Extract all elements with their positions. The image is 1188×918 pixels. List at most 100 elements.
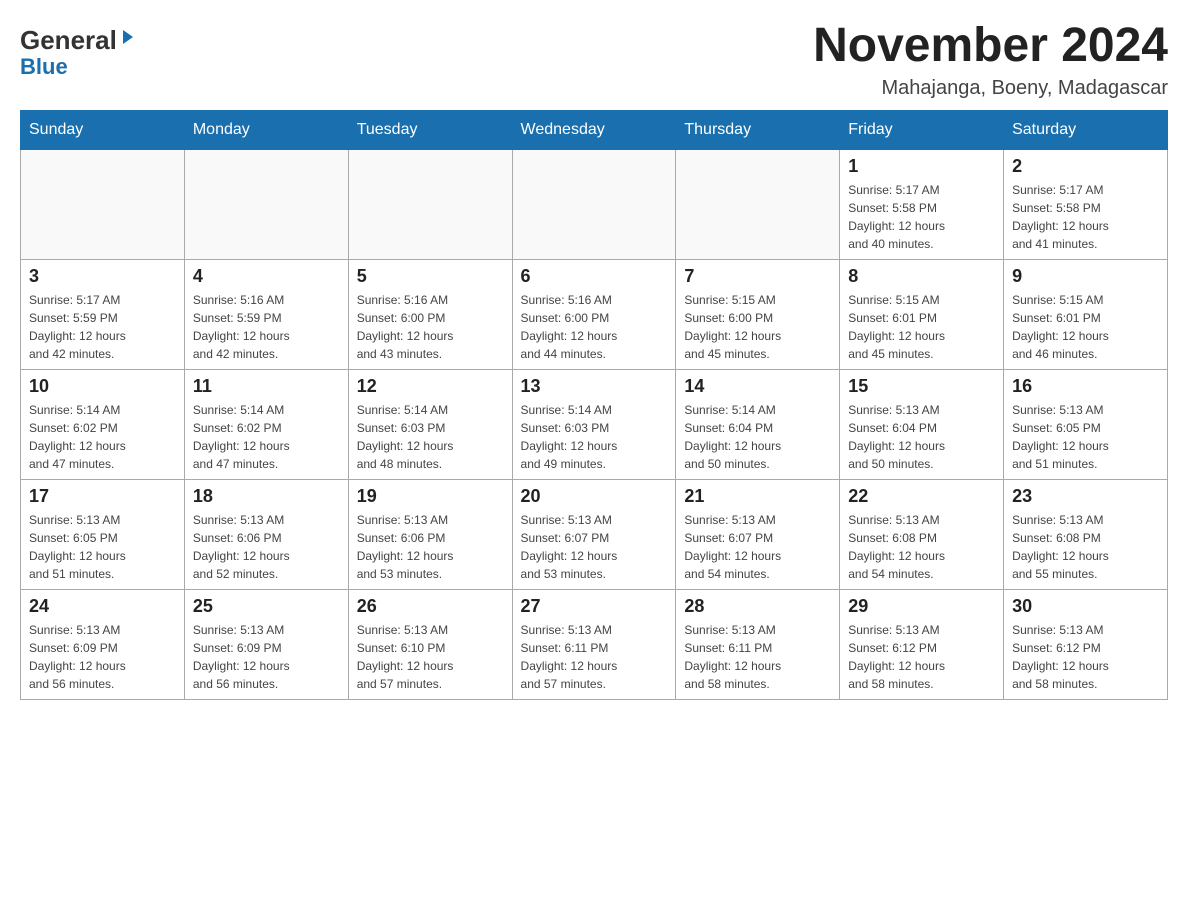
day-number: 3 — [29, 266, 176, 287]
day-number: 18 — [193, 486, 340, 507]
calendar-day-cell: 20 Sunrise: 5:13 AM Sunset: 6:07 PM Dayli… — [512, 479, 676, 589]
calendar-weekday-header: Sunday — [21, 110, 185, 149]
day-info: Sunrise: 5:13 AM Sunset: 6:06 PM Dayligh… — [357, 511, 504, 583]
day-info: Sunrise: 5:16 AM Sunset: 5:59 PM Dayligh… — [193, 291, 340, 363]
day-info: Sunrise: 5:13 AM Sunset: 6:11 PM Dayligh… — [684, 621, 831, 693]
day-number: 25 — [193, 596, 340, 617]
calendar-weekday-header: Saturday — [1004, 110, 1168, 149]
day-info: Sunrise: 5:17 AM Sunset: 5:58 PM Dayligh… — [1012, 181, 1159, 253]
day-number: 26 — [357, 596, 504, 617]
calendar-day-cell: 5 Sunrise: 5:16 AM Sunset: 6:00 PM Daylig… — [348, 259, 512, 369]
day-number: 8 — [848, 266, 995, 287]
day-info: Sunrise: 5:14 AM Sunset: 6:04 PM Dayligh… — [684, 401, 831, 473]
day-number: 14 — [684, 376, 831, 397]
calendar-day-cell: 14 Sunrise: 5:14 AM Sunset: 6:04 PM Dayli… — [676, 369, 840, 479]
day-number: 16 — [1012, 376, 1159, 397]
page-header: General Blue November 2024 Mahajanga, Bo… — [20, 20, 1168, 100]
calendar-day-cell — [676, 149, 840, 259]
day-number: 9 — [1012, 266, 1159, 287]
calendar-day-cell: 23Sunrise: 5:13 AM Sunset: 6:08 PM Dayli… — [1004, 479, 1168, 589]
day-number: 2 — [1012, 156, 1159, 177]
day-info: Sunrise: 5:17 AM Sunset: 5:59 PM Dayligh… — [29, 291, 176, 363]
calendar-day-cell: 4 Sunrise: 5:16 AM Sunset: 5:59 PM Daylig… — [184, 259, 348, 369]
calendar-day-cell: 3 Sunrise: 5:17 AM Sunset: 5:59 PM Daylig… — [21, 259, 185, 369]
day-number: 29 — [848, 596, 995, 617]
day-info: Sunrise: 5:13 AM Sunset: 6:12 PM Dayligh… — [1012, 621, 1159, 693]
calendar-day-cell: 12Sunrise: 5:14 AM Sunset: 6:03 PM Dayli… — [348, 369, 512, 479]
day-info: Sunrise: 5:13 AM Sunset: 6:10 PM Dayligh… — [357, 621, 504, 693]
day-number: 24 — [29, 596, 176, 617]
calendar-week-row: 24 Sunrise: 5:13 AM Sunset: 6:09 PM Dayli… — [21, 589, 1168, 699]
calendar-header-row: SundayMondayTuesdayWednesdayThursdayFrid… — [21, 110, 1168, 149]
day-number: 22 — [848, 486, 995, 507]
day-info: Sunrise: 5:15 AM Sunset: 6:00 PM Dayligh… — [684, 291, 831, 363]
day-info: Sunrise: 5:16 AM Sunset: 6:00 PM Dayligh… — [521, 291, 668, 363]
calendar-subtitle: Mahajanga, Boeny, Madagascar — [813, 77, 1168, 100]
calendar-day-cell — [21, 149, 185, 259]
logo: General Blue — [20, 20, 137, 80]
calendar-day-cell: 16 Sunrise: 5:13 AM Sunset: 6:05 PM Dayli… — [1004, 369, 1168, 479]
day-number: 15 — [848, 376, 995, 397]
day-number: 4 — [193, 266, 340, 287]
calendar-weekday-header: Thursday — [676, 110, 840, 149]
calendar-day-cell: 7 Sunrise: 5:15 AM Sunset: 6:00 PM Daylig… — [676, 259, 840, 369]
calendar-day-cell: 21 Sunrise: 5:13 AM Sunset: 6:07 PM Dayli… — [676, 479, 840, 589]
day-info: Sunrise: 5:13 AM Sunset: 6:07 PM Dayligh… — [521, 511, 668, 583]
day-info: Sunrise: 5:13 AM Sunset: 6:08 PM Dayligh… — [848, 511, 995, 583]
day-number: 30 — [1012, 596, 1159, 617]
calendar-day-cell: 22 Sunrise: 5:13 AM Sunset: 6:08 PM Dayli… — [840, 479, 1004, 589]
calendar-day-cell: 13Sunrise: 5:14 AM Sunset: 6:03 PM Dayli… — [512, 369, 676, 479]
day-number: 10 — [29, 376, 176, 397]
calendar-day-cell: 26 Sunrise: 5:13 AM Sunset: 6:10 PM Dayli… — [348, 589, 512, 699]
day-number: 1 — [848, 156, 995, 177]
calendar-day-cell: 28 Sunrise: 5:13 AM Sunset: 6:11 PM Dayli… — [676, 589, 840, 699]
calendar-day-cell: 6 Sunrise: 5:16 AM Sunset: 6:00 PM Daylig… — [512, 259, 676, 369]
calendar-day-cell: 8 Sunrise: 5:15 AM Sunset: 6:01 PM Daylig… — [840, 259, 1004, 369]
day-info: Sunrise: 5:14 AM Sunset: 6:02 PM Dayligh… — [193, 401, 340, 473]
day-number: 28 — [684, 596, 831, 617]
calendar-day-cell: 19 Sunrise: 5:13 AM Sunset: 6:06 PM Dayli… — [348, 479, 512, 589]
day-number: 7 — [684, 266, 831, 287]
calendar-week-row: 17Sunrise: 5:13 AM Sunset: 6:05 PM Dayli… — [21, 479, 1168, 589]
calendar-day-cell — [348, 149, 512, 259]
calendar-title: November 2024 — [813, 20, 1168, 73]
calendar-day-cell: 10 Sunrise: 5:14 AM Sunset: 6:02 PM Dayli… — [21, 369, 185, 479]
day-info: Sunrise: 5:15 AM Sunset: 6:01 PM Dayligh… — [1012, 291, 1159, 363]
day-number: 27 — [521, 596, 668, 617]
calendar-day-cell: 9 Sunrise: 5:15 AM Sunset: 6:01 PM Daylig… — [1004, 259, 1168, 369]
day-number: 20 — [521, 486, 668, 507]
calendar-day-cell: 27 Sunrise: 5:13 AM Sunset: 6:11 PM Dayli… — [512, 589, 676, 699]
calendar-weekday-header: Monday — [184, 110, 348, 149]
calendar-week-row: 10 Sunrise: 5:14 AM Sunset: 6:02 PM Dayli… — [21, 369, 1168, 479]
day-info: Sunrise: 5:16 AM Sunset: 6:00 PM Dayligh… — [357, 291, 504, 363]
calendar-day-cell: 1 Sunrise: 5:17 AM Sunset: 5:58 PM Daylig… — [840, 149, 1004, 259]
day-number: 21 — [684, 486, 831, 507]
calendar-weekday-header: Tuesday — [348, 110, 512, 149]
day-info: Sunrise: 5:17 AM Sunset: 5:58 PM Dayligh… — [848, 181, 995, 253]
day-info: Sunrise: 5:14 AM Sunset: 6:02 PM Dayligh… — [29, 401, 176, 473]
calendar-weekday-header: Friday — [840, 110, 1004, 149]
day-info: Sunrise: 5:13 AM Sunset: 6:07 PM Dayligh… — [684, 511, 831, 583]
day-info: Sunrise: 5:13 AM Sunset: 6:05 PM Dayligh… — [1012, 401, 1159, 473]
calendar-day-cell: 17Sunrise: 5:13 AM Sunset: 6:05 PM Dayli… — [21, 479, 185, 589]
calendar-day-cell: 29 Sunrise: 5:13 AM Sunset: 6:12 PM Dayli… — [840, 589, 1004, 699]
calendar-day-cell: 24 Sunrise: 5:13 AM Sunset: 6:09 PM Dayli… — [21, 589, 185, 699]
day-number: 19 — [357, 486, 504, 507]
day-info: Sunrise: 5:15 AM Sunset: 6:01 PM Dayligh… — [848, 291, 995, 363]
day-info: Sunrise: 5:13 AM Sunset: 6:11 PM Dayligh… — [521, 621, 668, 693]
calendar-table: SundayMondayTuesdayWednesdayThursdayFrid… — [20, 110, 1168, 700]
day-number: 13 — [521, 376, 668, 397]
day-number: 6 — [521, 266, 668, 287]
logo-arrow-icon — [119, 28, 137, 46]
day-info: Sunrise: 5:13 AM Sunset: 6:09 PM Dayligh… — [29, 621, 176, 693]
day-info: Sunrise: 5:13 AM Sunset: 6:06 PM Dayligh… — [193, 511, 340, 583]
day-number: 23 — [1012, 486, 1159, 507]
day-info: Sunrise: 5:13 AM Sunset: 6:09 PM Dayligh… — [193, 621, 340, 693]
calendar-day-cell: 11Sunrise: 5:14 AM Sunset: 6:02 PM Dayli… — [184, 369, 348, 479]
calendar-day-cell: 30 Sunrise: 5:13 AM Sunset: 6:12 PM Dayli… — [1004, 589, 1168, 699]
day-info: Sunrise: 5:14 AM Sunset: 6:03 PM Dayligh… — [357, 401, 504, 473]
day-info: Sunrise: 5:13 AM Sunset: 6:04 PM Dayligh… — [848, 401, 995, 473]
title-section: November 2024 Mahajanga, Boeny, Madagasc… — [813, 20, 1168, 100]
day-number: 5 — [357, 266, 504, 287]
day-info: Sunrise: 5:13 AM Sunset: 6:12 PM Dayligh… — [848, 621, 995, 693]
